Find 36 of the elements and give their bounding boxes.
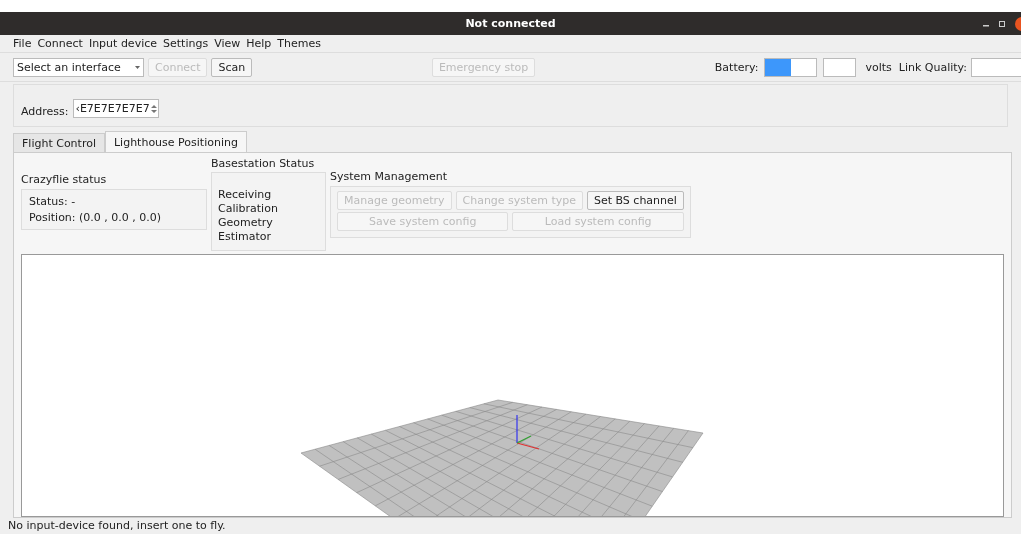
status-text: Receiving — [218, 188, 273, 202]
menu-item[interactable]: Input device — [88, 37, 158, 50]
volts-label: volts — [865, 60, 892, 74]
close-icon[interactable] — [1015, 16, 1021, 31]
status-message: No input-device found, insert one to fly. — [8, 519, 226, 533]
status-text: Estimator — [218, 230, 273, 244]
address-label: Address: — [21, 105, 69, 118]
voltage-field — [823, 57, 857, 77]
battery-label: Battery: — [714, 60, 759, 74]
menu-item[interactable]: Themes — [277, 37, 322, 50]
menu-item[interactable]: File — [13, 37, 32, 50]
link-quality-label: Link Quality: — [898, 60, 967, 74]
status-text: Geometry — [218, 216, 274, 230]
menu-item[interactable]: Settings — [163, 37, 209, 50]
toolbar-button[interactable]: Scan — [211, 57, 253, 77]
menu-item[interactable]: Connect — [37, 37, 83, 50]
tab[interactable]: Flight Control — [13, 133, 105, 152]
maximize-icon[interactable] — [999, 20, 1005, 27]
tab[interactable]: Lighthouse Positioning — [104, 131, 247, 152]
menu-item[interactable]: View — [214, 37, 241, 50]
3d-viewport[interactable] — [21, 254, 1004, 517]
spin-arrows-icon[interactable] — [150, 103, 157, 114]
group-title: System Management — [330, 170, 448, 183]
group-title: Basestation Status — [211, 157, 316, 170]
group-title: Crazyflie status — [21, 173, 108, 186]
axes-drawing — [516, 414, 540, 450]
status-text: Status: - — [29, 195, 77, 208]
caret-icon — [135, 65, 140, 69]
interface-dropdown[interactable]: Select an interface — [13, 57, 144, 77]
window-title: Not connected — [465, 17, 556, 30]
link-quality-field — [971, 57, 1021, 77]
system-button[interactable]: Set BS channel — [586, 191, 684, 210]
menu-item[interactable]: Help — [246, 37, 272, 50]
status-text: Calibration — [218, 202, 279, 216]
address-spinbox[interactable]: ‹E7E7E7E7E7 — [72, 99, 159, 118]
status-text: Position: (0.0 , 0.0 , 0.0) — [29, 211, 163, 224]
